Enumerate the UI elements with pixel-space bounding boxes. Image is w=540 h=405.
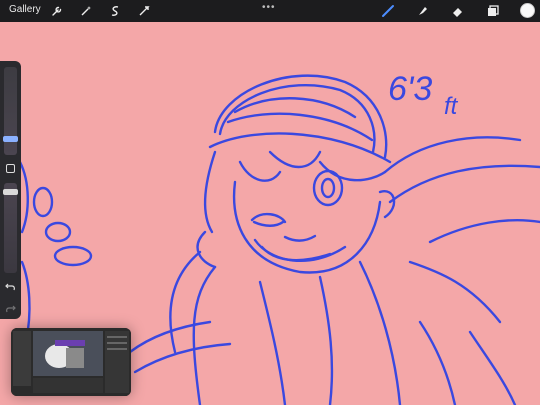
eraser-icon[interactable] xyxy=(450,3,465,18)
height-unit-note: ft xyxy=(444,93,459,120)
height-note: 6'3 xyxy=(388,70,432,108)
opacity-slider[interactable] xyxy=(4,183,17,273)
redo-icon[interactable] xyxy=(5,301,16,313)
opacity-handle[interactable] xyxy=(3,189,18,195)
selection-icon[interactable] xyxy=(107,3,122,18)
color-picker[interactable] xyxy=(520,3,535,18)
pip-thumbnail xyxy=(11,328,131,396)
wrench-icon[interactable] xyxy=(49,3,64,18)
modify-button[interactable] xyxy=(6,164,15,173)
more-options-icon[interactable]: ••• xyxy=(262,2,276,13)
brush-size-handle[interactable] xyxy=(3,136,18,142)
top-toolbar: Gallery ••• xyxy=(0,0,540,22)
brush-icon[interactable] xyxy=(380,3,395,18)
undo-icon[interactable] xyxy=(5,281,16,292)
smudge-icon[interactable] xyxy=(415,3,430,18)
transform-icon[interactable] xyxy=(136,3,151,18)
gallery-button[interactable]: Gallery xyxy=(9,4,41,15)
magic-wand-icon[interactable] xyxy=(78,3,93,18)
layers-icon[interactable] xyxy=(485,3,500,18)
brush-sidebar xyxy=(0,61,21,319)
picture-in-picture-window[interactable] xyxy=(11,328,131,396)
